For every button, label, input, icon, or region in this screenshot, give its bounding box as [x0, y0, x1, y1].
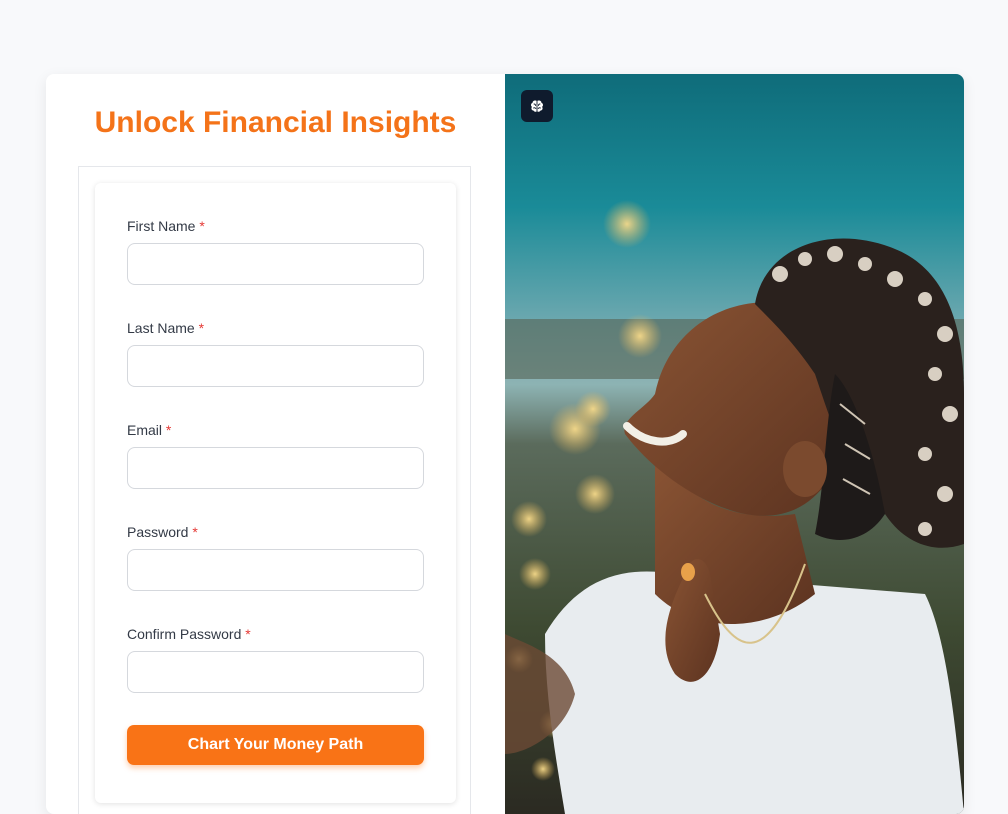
confirm-password-label: Confirm Password * — [127, 626, 251, 642]
form-panel: Unlock Financial Insights First Name * L… — [46, 74, 505, 814]
first-name-label: First Name * — [127, 218, 205, 234]
submit-button[interactable]: Chart Your Money Path — [127, 725, 424, 765]
confirm-password-input[interactable] — [127, 651, 424, 693]
required-marker: * — [199, 218, 205, 234]
first-name-input[interactable] — [127, 243, 424, 285]
hero-image — [505, 74, 964, 814]
required-marker: * — [192, 524, 198, 540]
woman-smiling-outdoors-photo — [505, 74, 964, 814]
form-frame: First Name * Last Name * Email * Passwor… — [78, 166, 471, 814]
brain-icon — [531, 100, 543, 112]
email-input[interactable] — [127, 447, 424, 489]
password-input[interactable] — [127, 549, 424, 591]
brain-badge — [521, 90, 553, 122]
signup-form: First Name * Last Name * Email * Passwor… — [95, 183, 456, 803]
page-title: Unlock Financial Insights — [94, 106, 457, 139]
last-name-label: Last Name * — [127, 320, 205, 336]
email-label: Email * — [127, 422, 172, 438]
password-label: Password * — [127, 524, 198, 540]
signup-card: Unlock Financial Insights First Name * L… — [46, 74, 964, 814]
required-marker: * — [198, 320, 205, 336]
last-name-input[interactable] — [127, 345, 424, 387]
required-marker: * — [165, 422, 172, 438]
required-marker: * — [245, 626, 251, 642]
